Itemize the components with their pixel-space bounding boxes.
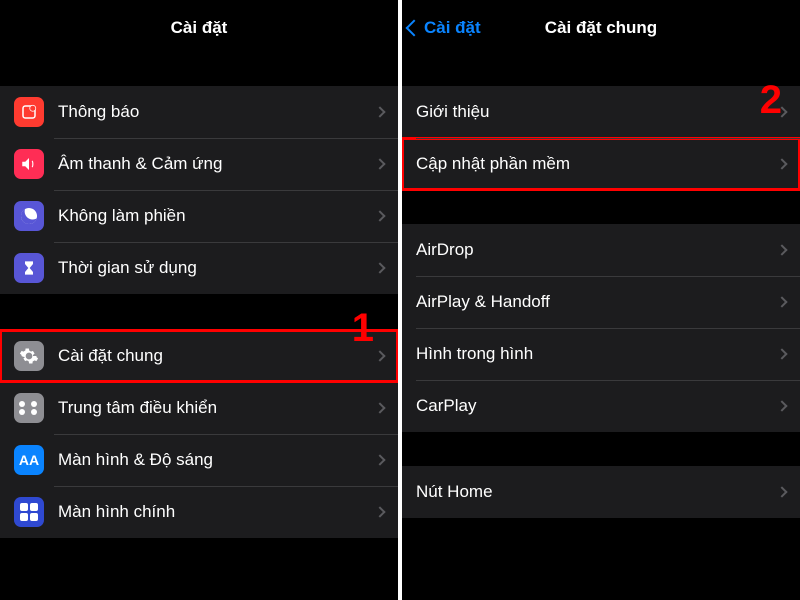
page-title: Cài đặt chung: [545, 18, 657, 38]
row-label: Không làm phiền: [58, 206, 376, 226]
row-home-screen[interactable]: Màn hình chính: [0, 486, 398, 538]
chevron-right-icon: [374, 402, 385, 413]
chevron-right-icon: [374, 210, 385, 221]
row-notifications[interactable]: Thông báo: [0, 86, 398, 138]
back-label: Cài đặt: [424, 18, 481, 38]
row-label: AirPlay & Handoff: [416, 292, 778, 312]
settings-section-1: Thông báo Âm thanh & Cảm ứng Không làm p…: [0, 86, 398, 294]
gear-icon: [14, 341, 44, 371]
row-display-brightness[interactable]: AA Màn hình & Độ sáng: [0, 434, 398, 486]
chevron-right-icon: [776, 296, 787, 307]
home-screen-icon: [14, 497, 44, 527]
settings-section-2: Cài đặt chung Trung tâm điều khiển AA Mà…: [0, 330, 398, 538]
chevron-right-icon: [776, 400, 787, 411]
chevron-left-icon: [406, 20, 423, 37]
chevron-right-icon: [776, 158, 787, 169]
chevron-right-icon: [374, 158, 385, 169]
row-sounds[interactable]: Âm thanh & Cảm ứng: [0, 138, 398, 190]
step-number-2: 2: [760, 78, 782, 123]
chevron-right-icon: [776, 244, 787, 255]
step-number-1: 1: [352, 306, 374, 351]
row-airdrop[interactable]: AirDrop: [402, 224, 800, 276]
hourglass-icon: [14, 253, 44, 283]
notifications-icon: [14, 97, 44, 127]
general-section-2: AirDrop AirPlay & Handoff Hình trong hìn…: [402, 224, 800, 432]
row-about[interactable]: Giới thiệu: [402, 86, 800, 138]
display-icon: AA: [14, 445, 44, 475]
row-label: Thời gian sử dụng: [58, 258, 376, 278]
general-section-3: Nút Home: [402, 466, 800, 518]
chevron-right-icon: [374, 106, 385, 117]
row-airplay-handoff[interactable]: AirPlay & Handoff: [402, 276, 800, 328]
row-label: Nút Home: [416, 482, 778, 502]
sound-icon: [14, 149, 44, 179]
chevron-right-icon: [374, 350, 385, 361]
row-label: Cập nhật phần mềm: [416, 154, 778, 174]
row-label: Hình trong hình: [416, 344, 778, 364]
page-title: Cài đặt: [171, 18, 228, 38]
chevron-right-icon: [374, 454, 385, 465]
chevron-right-icon: [776, 348, 787, 359]
row-label: Màn hình chính: [58, 502, 376, 522]
row-picture-in-picture[interactable]: Hình trong hình: [402, 328, 800, 380]
header: Cài đặt Cài đặt chung: [402, 0, 800, 56]
settings-screen: Cài đặt Thông báo Âm thanh & Cảm ứng Khô…: [0, 0, 398, 600]
row-label: CarPlay: [416, 396, 778, 416]
header: Cài đặt: [0, 0, 398, 56]
row-label: AirDrop: [416, 240, 778, 260]
general-settings-screen: Cài đặt Cài đặt chung 2 Giới thiệu Cập n…: [402, 0, 800, 600]
row-label: Màn hình & Độ sáng: [58, 450, 376, 470]
moon-icon: [14, 201, 44, 231]
row-do-not-disturb[interactable]: Không làm phiền: [0, 190, 398, 242]
general-section-1: Giới thiệu Cập nhật phần mềm: [402, 86, 800, 190]
chevron-right-icon: [374, 262, 385, 273]
row-label: Thông báo: [58, 102, 376, 122]
row-label: Cài đặt chung: [58, 346, 376, 366]
row-control-center[interactable]: Trung tâm điều khiển: [0, 382, 398, 434]
back-button[interactable]: Cài đặt: [408, 0, 481, 56]
row-general[interactable]: Cài đặt chung: [0, 330, 398, 382]
chevron-right-icon: [374, 506, 385, 517]
control-center-icon: [14, 393, 44, 423]
row-label: Giới thiệu: [416, 102, 778, 122]
row-label: Trung tâm điều khiển: [58, 398, 376, 418]
row-home-button[interactable]: Nút Home: [402, 466, 800, 518]
row-label: Âm thanh & Cảm ứng: [58, 154, 376, 174]
row-screen-time[interactable]: Thời gian sử dụng: [0, 242, 398, 294]
chevron-right-icon: [776, 486, 787, 497]
row-carplay[interactable]: CarPlay: [402, 380, 800, 432]
row-software-update[interactable]: Cập nhật phần mềm: [402, 138, 800, 190]
